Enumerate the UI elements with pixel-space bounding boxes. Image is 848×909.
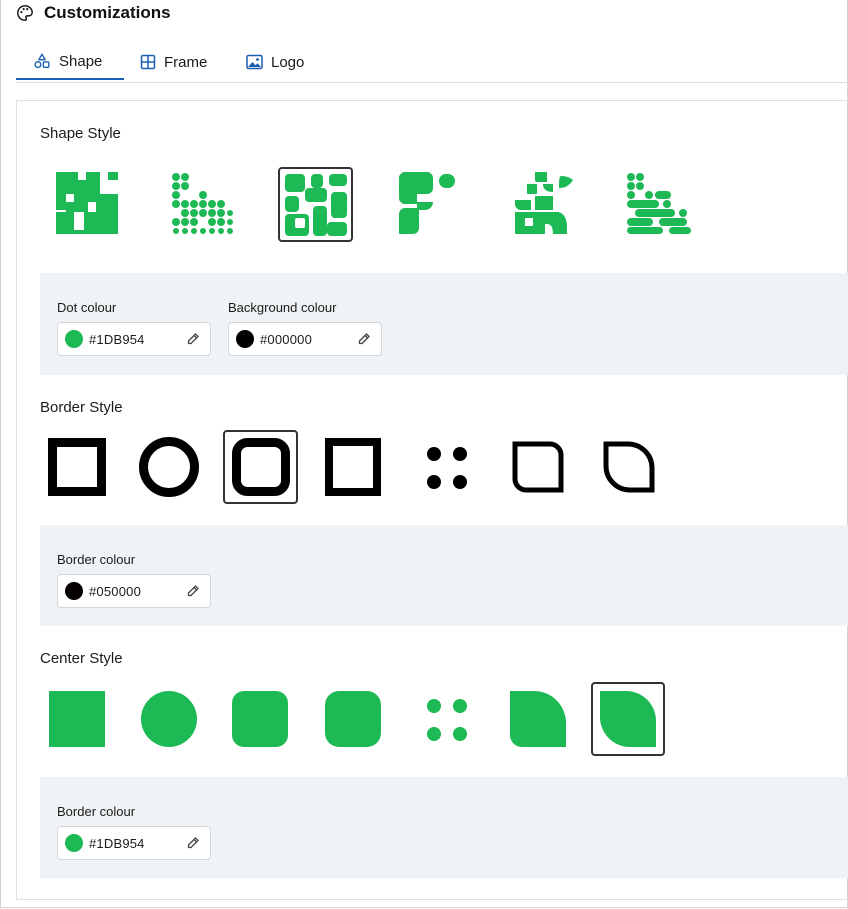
border-square-thin-icon [325, 438, 381, 496]
qr-rounded-icon [284, 173, 347, 236]
qr-dots-icon [172, 173, 233, 234]
border-option-rounded-square[interactable] [223, 430, 298, 504]
image-icon [246, 54, 263, 70]
edit-pencil-icon[interactable] [186, 836, 200, 850]
center-option-dots[interactable] [412, 686, 478, 752]
border-circle-icon [139, 437, 199, 497]
tab-frame[interactable]: Frame [140, 44, 207, 80]
center-option-rounded-square-large[interactable] [320, 686, 386, 752]
edit-pencil-icon[interactable] [186, 332, 200, 346]
tab-frame-label: Frame [164, 53, 208, 71]
border-rounded-square-icon [231, 438, 290, 496]
border-option-square-thin[interactable] [321, 434, 385, 500]
page-title: Customizations [44, 3, 171, 22]
center-rounded-square-large-icon [325, 691, 381, 747]
border-colour-value: #050000 [89, 583, 142, 599]
shape-option-rounded[interactable] [278, 167, 353, 242]
center-circle-icon [141, 691, 197, 747]
border-colour-panel: Border colour #050000 [40, 525, 848, 626]
border-colour-swatch[interactable] [65, 582, 83, 600]
center-leaf-left-icon [510, 691, 566, 747]
center-leaf-right-icon [600, 691, 656, 747]
border-dots-icon [427, 447, 467, 489]
shape-option-dots[interactable] [165, 165, 239, 241]
shapes-icon [34, 53, 50, 69]
center-colour-value: #1DB954 [89, 835, 145, 851]
center-dots-icon [427, 699, 467, 741]
shape-style-title: Shape Style [40, 125, 121, 142]
tab-shape[interactable]: Shape [16, 44, 124, 80]
qr-rounded-dots-icon [627, 173, 691, 234]
center-option-square[interactable] [44, 686, 110, 752]
border-style-title: Border Style [40, 399, 123, 416]
dot-colour-input[interactable]: #1DB954 [57, 322, 211, 356]
qr-blob-icon [399, 172, 455, 234]
qr-square-pixels-icon [56, 172, 118, 234]
shape-option-blob[interactable] [397, 168, 461, 238]
shape-option-square[interactable] [48, 165, 126, 241]
center-option-leaf-left[interactable] [505, 686, 571, 752]
border-option-dots[interactable] [412, 434, 478, 500]
center-square-icon [49, 691, 105, 747]
background-colour-input[interactable]: #000000 [228, 322, 382, 356]
center-colour-panel: Border colour #1DB954 [40, 777, 848, 878]
palette-icon [17, 5, 33, 21]
center-colour-input[interactable]: #1DB954 [57, 826, 211, 860]
border-colour-input[interactable]: #050000 [57, 574, 211, 608]
background-colour-value: #000000 [260, 331, 313, 347]
center-option-rounded-square[interactable] [227, 686, 293, 752]
center-colour-swatch[interactable] [65, 834, 83, 852]
border-option-square[interactable] [44, 434, 110, 500]
border-square-icon [48, 438, 106, 496]
border-rounded-corner-icon [512, 441, 564, 493]
center-colour-label: Border colour [57, 804, 136, 819]
border-option-rounded-corner[interactable] [505, 434, 571, 500]
frame-grid-icon [140, 54, 156, 70]
tab-shape-label: Shape [59, 52, 103, 70]
shape-option-rounded-dots[interactable] [621, 165, 695, 241]
border-option-leaf[interactable] [596, 434, 662, 500]
tab-logo[interactable]: Logo [246, 44, 304, 80]
center-rounded-square-icon [232, 691, 288, 747]
center-option-leaf-right[interactable] [591, 682, 665, 756]
edit-pencil-icon[interactable] [186, 584, 200, 598]
qr-leaf-icon [515, 172, 573, 234]
dot-colour-value: #1DB954 [89, 331, 145, 347]
background-colour-label: Background colour [228, 300, 337, 315]
border-leaf-icon [603, 441, 655, 493]
header: Customizations [16, 0, 171, 26]
tab-bar: Shape Frame Logo [16, 44, 848, 83]
center-style-title: Center Style [40, 650, 123, 667]
border-colour-label: Border colour [57, 552, 136, 567]
border-option-circle[interactable] [136, 434, 202, 500]
shape-colour-panel: Dot colour #1DB954 Background colour #00… [40, 273, 848, 375]
edit-pencil-icon[interactable] [357, 332, 371, 346]
dot-colour-label: Dot colour [57, 300, 117, 315]
tab-logo-label: Logo [271, 53, 305, 71]
dot-colour-swatch[interactable] [65, 330, 83, 348]
shape-option-leaf[interactable] [510, 167, 580, 239]
center-option-circle[interactable] [136, 686, 202, 752]
background-colour-swatch[interactable] [236, 330, 254, 348]
